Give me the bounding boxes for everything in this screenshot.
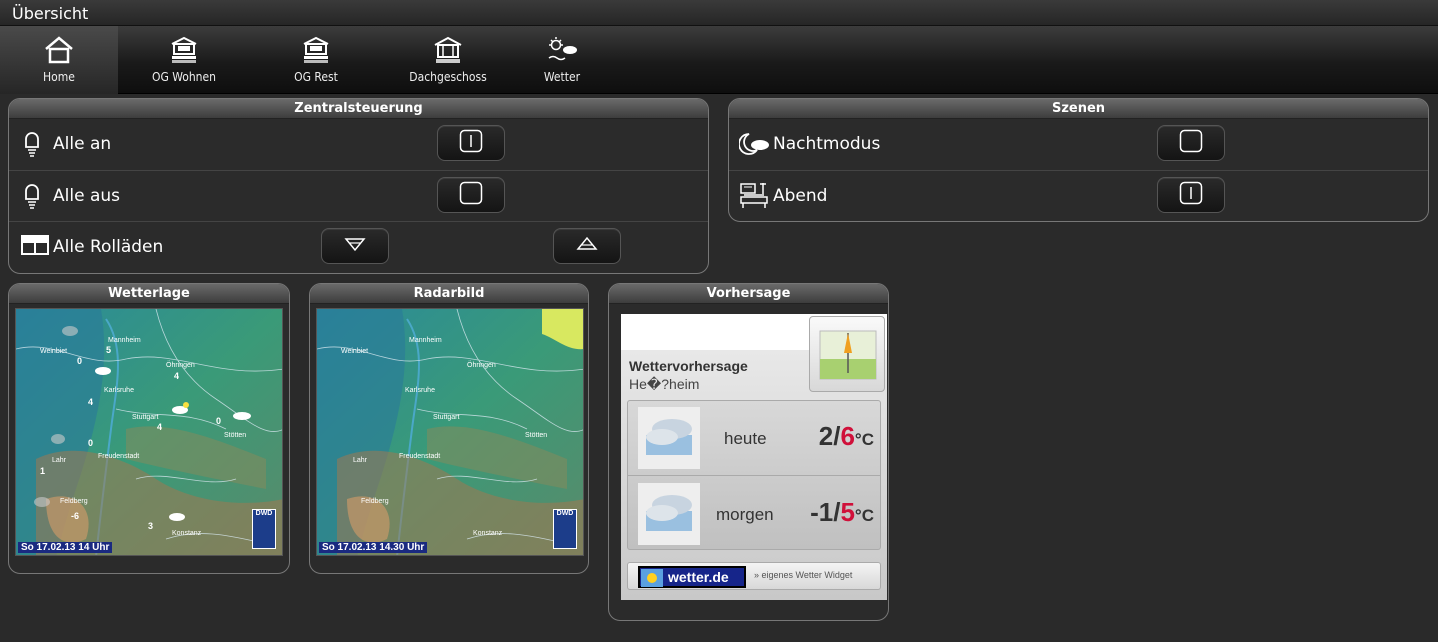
- day-label: heute: [724, 429, 767, 448]
- row-alle-rollaeden: Alle Rolläden: [9, 221, 708, 272]
- rolladen-up-button[interactable]: [553, 228, 621, 264]
- weather-map-image[interactable]: Mannheim Weinbiet Öhringen Karlsruhe Stu…: [15, 308, 283, 556]
- nav-bar: Home OG Wohnen OG Rest Dachgeschoss Wett…: [0, 26, 1438, 94]
- row-alle-an: Alle an: [9, 119, 708, 170]
- nachtmodus-toggle-button[interactable]: [1157, 125, 1225, 161]
- nav-label: OG Wohnen: [151, 70, 217, 84]
- row-label: Alle aus: [53, 186, 120, 206]
- panel-title: Radarbild: [310, 284, 588, 304]
- dwd-logo: DWD: [553, 509, 577, 549]
- panel-title: Vorhersage: [609, 284, 888, 304]
- temp-range: 2/6°C: [818, 421, 874, 451]
- forecast-day-row: heute 2/6°C: [628, 401, 880, 476]
- forecast-widget[interactable]: Wettervorhersage He�?heim heute 2/6°C mo…: [621, 314, 887, 600]
- bulb-icon: [21, 183, 43, 215]
- nav-tab-og-wohnen[interactable]: OG Wohnen: [125, 26, 243, 94]
- window-icon: [21, 234, 49, 260]
- row-alle-aus: Alle aus: [9, 170, 708, 221]
- page-title: Übersicht: [12, 4, 89, 23]
- evening-icon: [739, 181, 769, 215]
- dwd-logo: DWD: [252, 509, 276, 549]
- alle-aus-toggle-button[interactable]: [437, 177, 505, 213]
- cloud-icon: [638, 483, 700, 545]
- wetter-de-logo[interactable]: wetter.de: [638, 566, 746, 588]
- row-label: Alle Rolläden: [53, 237, 164, 257]
- radar-map-image[interactable]: Mannheim Weinbiet Öhringen Karlsruhe Stu…: [316, 308, 584, 556]
- cloud-icons: [34, 326, 251, 521]
- home-icon: [44, 36, 74, 68]
- row-label: Alle an: [53, 134, 112, 154]
- nav-label: OG Rest: [294, 70, 338, 84]
- row-abend: Abend: [729, 170, 1428, 221]
- compass-icon: [819, 330, 877, 380]
- day-label: morgen: [716, 505, 774, 524]
- vorhersage-panel: Vorhersage Wettervorhersage He�?heim heu…: [608, 283, 889, 621]
- temp-range: -1/5°C: [810, 497, 874, 527]
- on-icon: [459, 129, 483, 157]
- wetterlage-panel: Wetterlage Mannheim Weinbiet Öhringen Ka…: [8, 283, 290, 574]
- city-label: Stötten: [525, 432, 548, 439]
- row-nachtmodus: Nachtmodus: [729, 119, 1428, 170]
- forecast-logo-box: [809, 316, 885, 392]
- zentralsteuerung-panel: Zentralsteuerung Alle an Alle aus Alle R…: [8, 98, 709, 274]
- moon-cloud-icon: [738, 132, 771, 160]
- city-label: Weinbiet: [341, 348, 369, 355]
- cloud-icon: [638, 407, 700, 469]
- city-label: Stuttgart: [433, 414, 460, 421]
- on-icon: [1179, 181, 1203, 209]
- city-label: Freudenstadt: [399, 453, 441, 460]
- sun-icon: [641, 569, 663, 587]
- panel-title: Szenen: [729, 99, 1428, 119]
- forecast-heading: Wettervorhersage: [629, 358, 748, 374]
- floor-icon: [169, 36, 199, 68]
- nav-tab-dachgeschoss[interactable]: Dachgeschoss: [389, 26, 507, 94]
- map-timestamp: So 17.02.13 14 Uhr: [18, 542, 113, 553]
- forecast-days: heute 2/6°C morgen -1/5°C: [627, 400, 881, 550]
- row-label: Nachtmodus: [773, 134, 881, 154]
- radarbild-panel: Radarbild Mannheim Weinbiet Öhringen Kar: [309, 283, 589, 574]
- rolladen-down-button[interactable]: [321, 228, 389, 264]
- arrow-up-icon: [576, 235, 598, 257]
- city-label: Karlsruhe: [405, 387, 435, 394]
- panel-title: Zentralsteuerung: [9, 99, 708, 119]
- off-icon: [459, 181, 483, 209]
- title-bar: Übersicht: [0, 0, 1438, 26]
- forecast-location: He�?heim: [629, 376, 700, 392]
- nav-tab-home[interactable]: Home: [0, 26, 118, 94]
- brand-name: wetter.de: [668, 569, 729, 585]
- floor-icon: [301, 36, 331, 68]
- nav-tab-wetter[interactable]: Wetter: [503, 26, 621, 94]
- alle-an-toggle-button[interactable]: [437, 125, 505, 161]
- nav-tab-og-rest[interactable]: OG Rest: [257, 26, 375, 94]
- widget-link[interactable]: » eigenes Wetter Widget: [754, 570, 852, 580]
- weather-icon: [545, 36, 579, 68]
- row-label: Abend: [773, 186, 828, 206]
- szenen-panel: Szenen Nachtmodus Abend: [728, 98, 1429, 222]
- bulb-icon: [21, 131, 43, 163]
- city-label: Lahr: [353, 457, 368, 464]
- city-label: Konstanz: [473, 530, 503, 537]
- city-label: Feldberg: [361, 498, 389, 505]
- nav-label: Wetter: [543, 70, 581, 84]
- radar-timestamp: So 17.02.13 14.30 Uhr: [319, 542, 428, 553]
- forecast-footer: wetter.de » eigenes Wetter Widget: [627, 562, 881, 590]
- arrow-down-icon: [344, 235, 366, 257]
- nav-label: Dachgeschoss: [409, 70, 487, 84]
- forecast-day-row: morgen -1/5°C: [628, 477, 880, 551]
- attic-icon: [433, 36, 463, 68]
- abend-toggle-button[interactable]: [1157, 177, 1225, 213]
- panel-title: Wetterlage: [9, 284, 289, 304]
- city-label: Mannheim: [409, 337, 442, 344]
- off-icon: [1179, 129, 1203, 157]
- city-label: Öhringen: [467, 362, 496, 369]
- nav-label: Home: [43, 70, 75, 84]
